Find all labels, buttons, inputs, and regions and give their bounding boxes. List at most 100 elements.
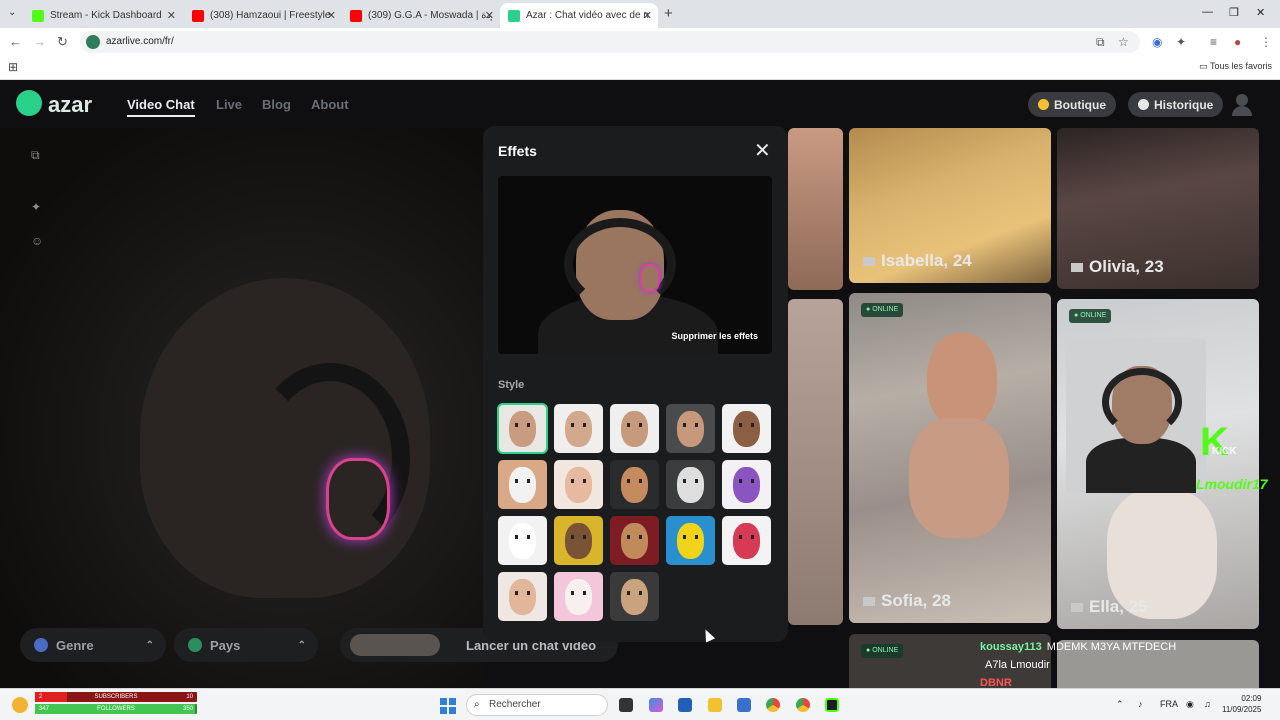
nav-live[interactable]: Live [216, 97, 242, 112]
search-placeholder: Rechercher [489, 699, 541, 710]
tab-close-icon[interactable]: ✕ [485, 9, 494, 22]
address-bar[interactable]: azarlive.com/fr/ [80, 31, 1140, 53]
pays-selector[interactable]: Pays ⌃ [174, 628, 318, 662]
browser-tab[interactable]: Stream - Kick Dashboard ✕ [24, 3, 182, 28]
style-thumbnail[interactable] [722, 516, 771, 565]
profile-avatar-icon[interactable]: ● [1234, 35, 1241, 49]
style-thumbnail[interactable] [610, 460, 659, 509]
kick-app-icon[interactable] [825, 698, 839, 712]
minimize-icon[interactable]: — [1202, 6, 1213, 18]
profile-card[interactable] [788, 299, 843, 625]
tab-close-icon[interactable]: ✕ [643, 9, 652, 22]
style-thumbnail[interactable] [554, 404, 603, 453]
browser-tab[interactable]: Azar : Chat vidéo avec de n ✕ [500, 3, 658, 28]
restore-icon[interactable]: ❐ [1229, 6, 1239, 19]
thumbnail-eyes [571, 535, 586, 539]
nav-about[interactable]: About [311, 97, 349, 112]
forward-icon[interactable]: → [33, 34, 46, 49]
profile-card[interactable] [788, 128, 843, 290]
thumbnail-eyes [627, 535, 642, 539]
style-thumbnail[interactable] [554, 516, 603, 565]
thumbnail-face [509, 411, 536, 447]
language-indicator[interactable]: FRA [1160, 699, 1178, 709]
profile-card-isabella[interactable]: Isabella, 24 [849, 128, 1051, 283]
windows-start-icon[interactable] [440, 698, 456, 714]
style-thumbnail[interactable] [722, 460, 771, 509]
boutique-button[interactable]: Boutique [1028, 92, 1116, 117]
taskbar-search[interactable]: ⌕ Rechercher [466, 694, 608, 716]
thumbnail-face [565, 467, 592, 503]
weather-icon[interactable] [12, 697, 28, 713]
store-icon[interactable] [678, 698, 692, 712]
style-thumbnail[interactable] [498, 460, 547, 509]
remove-effects-button[interactable]: Supprimer les effets [671, 331, 758, 341]
clock[interactable]: 02:09 11/09/2025 [1222, 693, 1261, 715]
file-explorer-icon[interactable] [708, 698, 722, 712]
style-thumbnail[interactable] [554, 460, 603, 509]
chrome-icon[interactable] [766, 698, 780, 712]
back-icon[interactable]: ← [9, 34, 22, 49]
style-thumbnail[interactable] [554, 572, 603, 621]
window-close-icon[interactable]: ✕ [1256, 6, 1265, 19]
microphone-icon[interactable]: ♪ [1138, 699, 1143, 709]
nav-video-chat[interactable]: Video Chat [127, 97, 195, 117]
subscribers-goal: 10 [186, 694, 193, 700]
thumbnail-face [509, 579, 536, 615]
style-thumbnail[interactable] [666, 404, 715, 453]
notes-app-icon[interactable] [737, 698, 751, 712]
thumbnail-face [565, 411, 592, 447]
nav-blog[interactable]: Blog [262, 97, 291, 112]
style-thumbnail[interactable] [666, 460, 715, 509]
reload-icon[interactable]: ↻ [57, 34, 68, 50]
profile-name: Olivia, 23 [1089, 257, 1164, 276]
style-thumbnail[interactable] [666, 516, 715, 565]
menu-kebab-icon[interactable]: ⋮ [1260, 35, 1272, 49]
network-icon[interactable]: ◉ [1186, 699, 1194, 710]
tab-close-icon[interactable]: ✕ [167, 9, 176, 22]
close-icon[interactable]: ✕ [754, 138, 771, 163]
task-view-icon[interactable] [619, 698, 633, 712]
style-thumbnail[interactable] [610, 516, 659, 565]
style-thumbnail[interactable] [610, 572, 659, 621]
bookmark-star-icon[interactable]: ☆ [1118, 35, 1129, 49]
preview-headset-light [640, 264, 660, 292]
reading-list-icon[interactable]: ≡ [1210, 35, 1217, 49]
azar-logo-icon[interactable] [16, 90, 42, 116]
effects-sparkle-icon[interactable]: ✦ [31, 200, 41, 214]
style-thumbnail[interactable] [610, 404, 659, 453]
style-thumbnail[interactable] [497, 403, 548, 454]
tab-close-icon[interactable]: ✕ [327, 9, 336, 22]
thumbnail-eyes [515, 535, 530, 539]
copilot-icon[interactable] [649, 698, 663, 712]
followers-count: 347 [39, 706, 50, 712]
user-profile-icon[interactable] [1232, 92, 1252, 116]
tray-overflow-icon[interactable]: ⌃ [1116, 699, 1124, 710]
expand-icon[interactable]: ⧉ [31, 148, 40, 163]
style-thumbnail[interactable] [498, 572, 547, 621]
headset-light [326, 458, 390, 540]
extension-icon[interactable]: ◉ [1152, 35, 1162, 49]
chrome-active-icon[interactable] [796, 698, 810, 712]
profile-card-olivia[interactable]: Olivia, 23 [1057, 128, 1259, 289]
volume-icon[interactable]: ♫ [1204, 699, 1211, 709]
tab-favicon-icon [192, 9, 204, 22]
browser-tab[interactable]: (309) G.G.A - Moswada | ‎مسودة✕ [342, 3, 500, 28]
install-app-icon[interactable]: ⧉ [1096, 35, 1105, 50]
all-bookmarks-link[interactable]: ▭ Tous les favoris [1199, 61, 1272, 72]
historique-button[interactable]: Historique [1128, 92, 1224, 117]
browser-tab[interactable]: (308) Hamzaoui | Freestyle @R✕ [184, 3, 342, 28]
online-badge: ● ONLINE [861, 644, 904, 658]
extensions-puzzle-icon[interactable]: ✦ [1176, 35, 1186, 49]
apps-grid-icon[interactable]: ⊞ [8, 60, 18, 74]
new-tab-icon[interactable]: + [664, 5, 673, 22]
genre-selector[interactable]: Genre ⌃ [20, 628, 166, 662]
azar-logo-text[interactable]: azar [48, 92, 92, 118]
site-info-icon[interactable] [86, 35, 100, 49]
bookmarks-bar: ⊞ ▭ Tous les favoris [0, 56, 1280, 80]
style-thumbnail[interactable] [722, 404, 771, 453]
style-thumbnail[interactable] [498, 516, 547, 565]
screen: ⌄ Stream - Kick Dashboard ✕ (308) Hamzaoui… [0, 0, 1280, 720]
sticker-icon[interactable]: ☺ [31, 234, 43, 248]
tab-search-icon[interactable]: ⌄ [8, 7, 16, 18]
profile-card-sofia[interactable]: ● ONLINE Sofia, 28 [849, 293, 1051, 623]
